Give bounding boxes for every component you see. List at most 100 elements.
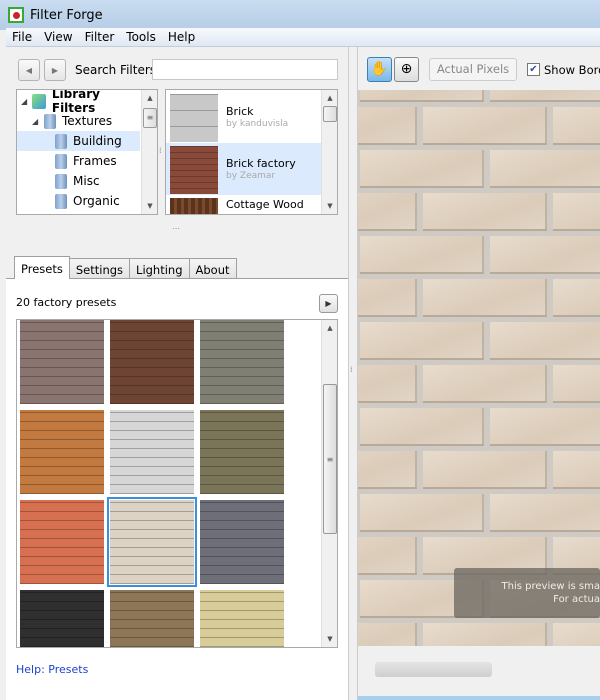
- scroll-thumb[interactable]: ≡: [143, 108, 157, 128]
- library-cube-icon: [32, 93, 46, 109]
- settings-tabs: Presets Settings Lighting About: [14, 256, 237, 279]
- filter-item-brick[interactable]: Brick by kanduvisla: [166, 91, 321, 143]
- forward-button[interactable]: ▶: [44, 59, 66, 81]
- brick: [490, 150, 600, 188]
- brick: [358, 279, 417, 317]
- tree-item-frames[interactable]: Frames: [17, 151, 140, 171]
- render-progress-bar: [375, 662, 492, 677]
- folder-icon: [55, 153, 67, 169]
- presets-menu-button[interactable]: ▶: [319, 294, 338, 313]
- filter-list-scrollbar[interactable]: ▲ ▼: [321, 90, 337, 214]
- menu-view[interactable]: View: [38, 28, 78, 46]
- tree-item-misc[interactable]: Misc: [17, 171, 140, 191]
- scroll-up-icon[interactable]: ▲: [322, 90, 337, 106]
- preset-swatch[interactable]: [20, 500, 104, 584]
- scroll-down-icon[interactable]: ▼: [142, 198, 157, 214]
- horizontal-splitter-grip-icon[interactable]: ⋯: [172, 224, 180, 233]
- vertical-splitter[interactable]: ⁞: [348, 47, 358, 700]
- brick: [423, 365, 547, 403]
- folder-icon: [55, 193, 67, 209]
- brick: [490, 408, 600, 446]
- folder-icon: [55, 173, 67, 189]
- brick: [358, 193, 417, 231]
- status-strip: [358, 696, 600, 700]
- brick: [360, 150, 484, 188]
- preset-scrollbar[interactable]: ▲ ≡ ▼: [321, 320, 337, 647]
- tab-about[interactable]: About: [188, 258, 237, 279]
- preset-swatch[interactable]: [20, 590, 104, 647]
- scroll-up-icon[interactable]: ▲: [322, 320, 337, 336]
- zoom-tool-button[interactable]: ⊕: [394, 57, 419, 82]
- brick: [490, 90, 600, 102]
- tab-lighting[interactable]: Lighting: [129, 258, 190, 279]
- preset-swatch[interactable]: [200, 410, 284, 494]
- tree-scrollbar[interactable]: ▲ ≡ ▼: [141, 90, 157, 214]
- scroll-down-icon[interactable]: ▼: [322, 198, 337, 214]
- brick: [360, 322, 484, 360]
- preset-swatch[interactable]: [20, 410, 104, 494]
- filter-list: Brick by kanduvisla Brick factory by Zea…: [165, 89, 338, 215]
- arrow-right-icon: ▶: [51, 65, 59, 75]
- menu-tools[interactable]: Tools: [120, 28, 162, 46]
- brick: [553, 193, 600, 231]
- brick: [423, 451, 547, 489]
- filter-item-cottage-wood[interactable]: Cottage Wood: [166, 195, 321, 214]
- search-label: Search Filters:: [75, 63, 161, 77]
- filter-thumbnail: [170, 146, 218, 194]
- preset-swatch[interactable]: [200, 590, 284, 647]
- filter-thumbnail: [170, 94, 218, 142]
- expand-triangle-icon[interactable]: ◢: [21, 97, 32, 106]
- tree-item-library-filters[interactable]: ◢ Library Filters: [17, 90, 140, 115]
- splitter-grip-icon[interactable]: ⁞: [159, 146, 162, 155]
- brick: [360, 236, 484, 274]
- brick: [358, 107, 417, 145]
- help-presets-link[interactable]: Help: Presets: [16, 663, 88, 676]
- preset-swatch[interactable]: [200, 500, 284, 584]
- brick: [553, 623, 600, 646]
- tree-item-organic[interactable]: Organic: [17, 191, 140, 211]
- back-button[interactable]: ◀: [18, 59, 40, 81]
- preset-grid: ▲ ≡ ▼: [16, 319, 338, 648]
- arrow-right-icon: ▶: [325, 299, 332, 308]
- brick: [553, 365, 600, 403]
- menu-filter[interactable]: Filter: [79, 28, 121, 46]
- tab-presets[interactable]: Presets: [14, 256, 70, 279]
- preset-swatch[interactable]: [107, 497, 197, 587]
- preset-swatch[interactable]: [20, 320, 104, 404]
- actual-pixels-button[interactable]: Actual Pixels: [429, 58, 517, 81]
- search-input[interactable]: [152, 59, 338, 80]
- splitter-grip-icon[interactable]: ⁞: [350, 365, 353, 374]
- tab-settings[interactable]: Settings: [68, 258, 131, 279]
- brick: [490, 322, 600, 360]
- arrow-left-icon: ◀: [25, 65, 33, 75]
- filter-item-brick-factory[interactable]: Brick factory by Zeamar: [166, 143, 321, 195]
- preset-swatch[interactable]: [110, 320, 194, 404]
- folder-icon: [55, 133, 67, 149]
- expand-triangle-icon[interactable]: ◢: [32, 117, 44, 126]
- menu-help[interactable]: Help: [162, 28, 201, 46]
- app-icon: [8, 7, 24, 23]
- menu-file[interactable]: File: [6, 28, 38, 46]
- filter-thumbnail: [170, 198, 218, 214]
- brick: [490, 494, 600, 532]
- preset-swatch[interactable]: [200, 320, 284, 404]
- scroll-thumb[interactable]: ≡: [323, 384, 337, 534]
- scroll-thumb[interactable]: [323, 106, 337, 122]
- brick: [423, 623, 547, 646]
- scroll-up-icon[interactable]: ▲: [142, 90, 157, 106]
- preset-swatch[interactable]: [110, 590, 194, 647]
- brick: [553, 451, 600, 489]
- brick: [358, 537, 417, 575]
- pan-tool-button[interactable]: ✋: [367, 57, 392, 82]
- tree-item-building[interactable]: Building: [17, 131, 140, 151]
- preset-swatch[interactable]: [110, 410, 194, 494]
- brick: [358, 623, 417, 646]
- show-border-checkbox[interactable]: ✔: [527, 63, 540, 76]
- preview-canvas[interactable]: [358, 90, 600, 646]
- brick: [360, 494, 484, 532]
- preset-count: 20 factory presets: [16, 296, 117, 309]
- folder-icon: [44, 113, 56, 129]
- scroll-down-icon[interactable]: ▼: [322, 631, 337, 647]
- tree-item-textures[interactable]: ◢ Textures: [17, 111, 140, 131]
- brick: [553, 279, 600, 317]
